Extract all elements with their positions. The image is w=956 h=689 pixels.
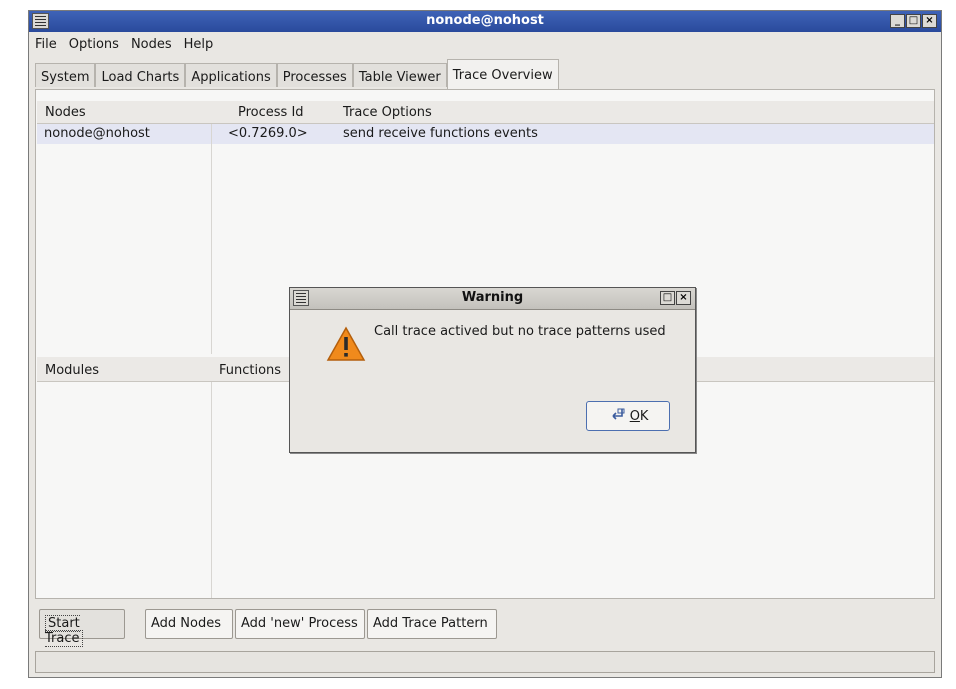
header-functions[interactable]: Functions	[219, 363, 281, 378]
dialog-maximize-icon[interactable]: □	[660, 291, 675, 305]
top-table-header: Nodes Process Id Trace Options	[37, 101, 934, 124]
ok-label-underlined: O	[629, 409, 640, 424]
ok-icon	[611, 408, 625, 420]
row-node: nonode@nohost	[44, 126, 150, 141]
nodes-divider	[211, 124, 212, 354]
title-bar: nonode@nohost _ □ ×	[29, 11, 941, 32]
tab-trace-overview[interactable]: Trace Overview	[446, 59, 559, 89]
maximize-icon[interactable]: □	[906, 14, 921, 28]
row-trace-options: send receive functions events	[343, 126, 538, 141]
tab-load-charts[interactable]: Load Charts	[95, 63, 186, 87]
menu-file[interactable]: File	[29, 34, 63, 56]
dialog-close-icon[interactable]: ×	[676, 291, 691, 305]
header-modules[interactable]: Modules	[45, 363, 99, 378]
tab-applications[interactable]: Applications	[185, 63, 277, 87]
tab-table-viewer[interactable]: Table Viewer	[352, 63, 447, 87]
close-icon[interactable]: ×	[922, 14, 937, 28]
start-trace-label: Start Trace	[45, 615, 83, 647]
menu-bar: File Options Nodes Help	[29, 34, 941, 56]
window-title: nonode@nohost	[426, 13, 544, 28]
warning-dialog: Warning □ × Call trace actived but no tr…	[289, 287, 696, 453]
add-new-process-button[interactable]: Add 'new' Process	[235, 609, 365, 639]
background-edge	[0, 0, 26, 689]
button-bar: Start Trace Add Nodes Add 'new' Process …	[35, 601, 935, 649]
status-bar	[35, 651, 935, 673]
tab-system[interactable]: System	[35, 63, 96, 87]
ok-button[interactable]: OK	[586, 401, 670, 431]
menu-help[interactable]: Help	[178, 34, 220, 56]
ok-label-rest: K	[639, 409, 649, 424]
dialog-title-bar: Warning □ ×	[290, 288, 695, 310]
add-nodes-button[interactable]: Add Nodes	[145, 609, 233, 639]
header-trace-options[interactable]: Trace Options	[343, 105, 432, 120]
row-process-id: <0.7269.0>	[228, 126, 308, 141]
tab-processes[interactable]: Processes	[276, 63, 353, 87]
menu-options[interactable]: Options	[63, 34, 125, 56]
start-trace-button[interactable]: Start Trace	[39, 609, 125, 647]
dialog-message: Call trace actived but no trace patterns…	[374, 324, 666, 339]
add-trace-pattern-button[interactable]: Add Trace Pattern	[367, 609, 497, 639]
header-nodes[interactable]: Nodes	[45, 105, 86, 120]
dialog-title: Warning	[461, 290, 524, 305]
minimize-icon[interactable]: _	[890, 14, 905, 28]
tab-bar: System Load Charts Applications Processe…	[35, 59, 559, 89]
warning-icon	[326, 326, 366, 361]
table-row[interactable]: nonode@nohost <0.7269.0> send receive fu…	[37, 124, 934, 144]
header-process-id[interactable]: Process Id	[238, 105, 304, 120]
menu-nodes[interactable]: Nodes	[125, 34, 178, 56]
modules-divider	[211, 382, 212, 598]
